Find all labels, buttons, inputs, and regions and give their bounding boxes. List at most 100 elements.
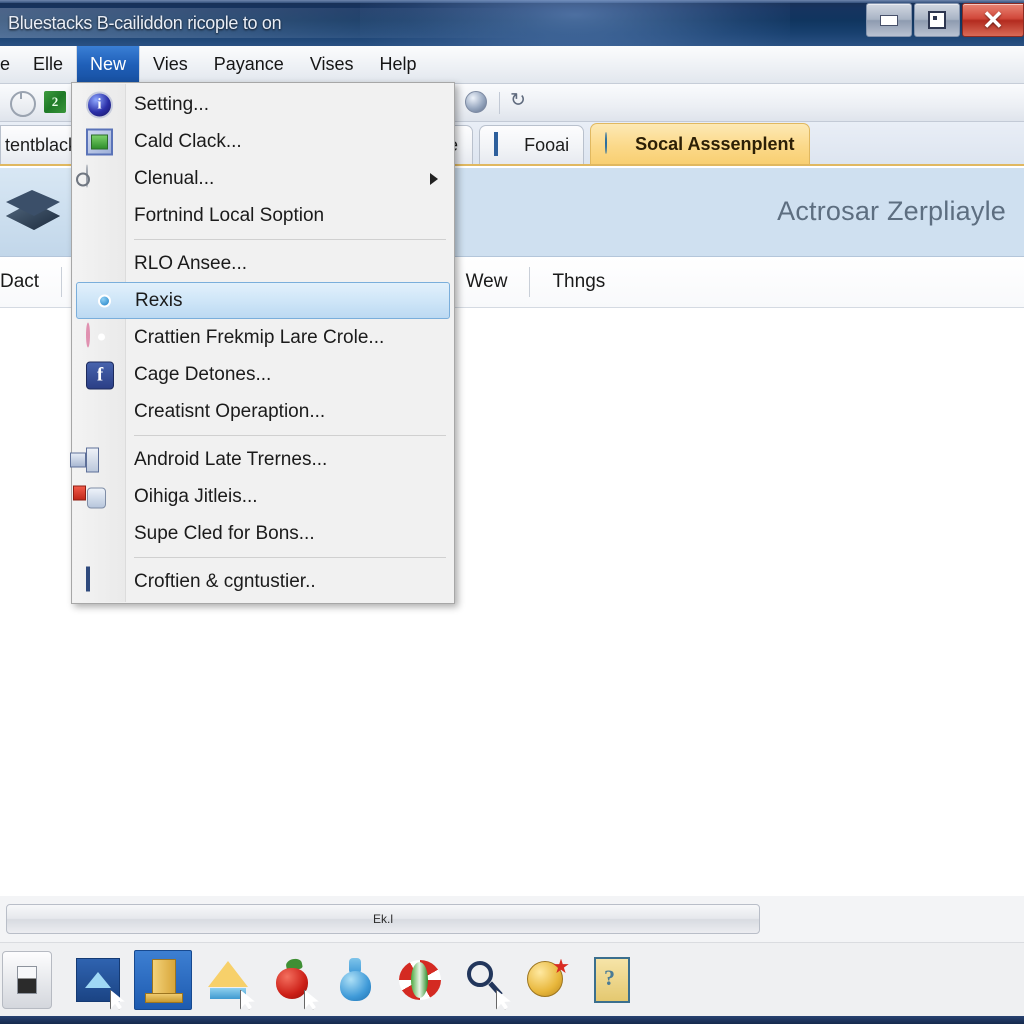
refresh-icon[interactable]: ↻ [510, 91, 534, 115]
menu-item-label: Help [379, 54, 417, 74]
menu-option-label: Cage Detones... [134, 363, 272, 385]
nav-item-thngs[interactable]: Thngs [530, 267, 627, 297]
menu-item-payance[interactable]: Payance [201, 46, 297, 84]
menu-item-vises[interactable]: Vises [297, 46, 367, 84]
close-icon: ✕ [982, 5, 1004, 35]
menu-option-creatisnt-operaption[interactable]: Creatisnt Operaption... [72, 393, 454, 430]
subheader-title: Actrosar Zerpliayle [777, 196, 1006, 226]
menu-item-help[interactable]: Help [367, 46, 430, 84]
chrome-icon [91, 287, 118, 314]
magnifier-app-icon[interactable] [456, 951, 512, 1010]
tab-label: Fooai [524, 134, 570, 155]
mouse-icon [86, 164, 113, 192]
alarm-clock-icon [86, 322, 113, 351]
minimize-icon [880, 14, 898, 26]
menu-item-file[interactable]: Elle [20, 46, 76, 84]
mountain-app-icon[interactable] [70, 951, 126, 1010]
nav-item-dact[interactable]: Dact [0, 267, 63, 297]
coin-star-app-icon[interactable] [520, 951, 576, 1009]
status-bar: Ek.l [0, 896, 1024, 942]
start-icon [17, 965, 37, 994]
layers-stack-icon [6, 190, 60, 230]
menu-option-label: Clenual... [134, 167, 215, 189]
submenu-arrow-icon [430, 172, 438, 185]
status-text: Ek.l [372, 912, 393, 926]
globe-icon[interactable] [465, 90, 489, 115]
window-controls: ✕ [864, 2, 1024, 38]
menu-option-oihiga-jitleis[interactable]: Oihiga Jitleis... [72, 478, 454, 515]
desktop-band [0, 1016, 1024, 1024]
menu-item-label: e [0, 54, 11, 74]
tab-socal-asssenplent[interactable]: Socal Asssenplent [590, 123, 810, 164]
menu-separator [134, 239, 446, 240]
menu-option-crattien-frekmip-lare-crole[interactable]: Crattien Frekmip Lare Crole... [72, 319, 454, 356]
nav-item-wew[interactable]: Wew [444, 267, 531, 297]
devices-icon [86, 446, 113, 473]
maximize-icon [928, 11, 946, 29]
menu-separator [134, 435, 446, 436]
close-button[interactable]: ✕ [962, 3, 1024, 37]
picture-icon [494, 132, 516, 156]
titlebar-glow [360, 0, 790, 46]
nav-item-label: Wew [465, 271, 508, 292]
nav-item-label: Dact [0, 271, 40, 292]
tab-label: tentblack [5, 134, 78, 155]
menu-option-cald-clack[interactable]: Cald Clack... [72, 123, 454, 160]
nav-item-label: Thngs [552, 271, 606, 292]
menu-option-clenual[interactable]: Clenual... [72, 160, 454, 197]
menu-option-supe-cled-for-bons[interactable]: Supe Cled for Bons... [72, 515, 454, 552]
menu-option-label: Oihiga Jitleis... [134, 485, 258, 507]
info-badge-icon: i [86, 91, 113, 118]
facebook-icon: f [86, 361, 114, 389]
circle-outline-icon[interactable] [10, 90, 36, 117]
candy-app-icon[interactable] [392, 951, 448, 1009]
title-bar: Bluestacks B-cailiddon ricople to on ✕ [0, 0, 1024, 46]
tower-app-icon[interactable] [134, 949, 192, 1010]
menu-bar: e Elle New Vies Payance Vises Help [0, 45, 1024, 84]
tent-app-icon[interactable] [200, 951, 256, 1010]
tab-fooai[interactable]: Fooai [479, 125, 585, 164]
tab-label: Socal Asssenplent [635, 133, 795, 154]
menu-separator [134, 557, 446, 558]
strawberry-app-icon[interactable] [264, 951, 320, 1010]
menu-option-label: Setting... [134, 93, 209, 115]
menu-item-new[interactable]: New [76, 45, 141, 84]
menu-option-label: Creatisnt Operaption... [134, 400, 326, 422]
minimize-button[interactable] [866, 3, 912, 37]
subheader-left-card[interactable] [0, 168, 73, 256]
menu-option-android-late-trernes[interactable]: Android Late Trernes... [72, 441, 454, 478]
window-icon [86, 566, 113, 595]
menu-option-fortnind-local-soption[interactable]: Fortnind Local Soption [72, 197, 454, 234]
menu-option-label: Supe Cled for Bons... [134, 522, 315, 544]
menu-item-label: Payance [213, 54, 284, 74]
menu-option-label: RLO Ansee... [134, 252, 248, 274]
menu-item-label: Vies [153, 54, 188, 74]
window-title: Bluestacks B-cailiddon ricople to on [8, 13, 282, 33]
start-button[interactable] [2, 950, 52, 1009]
toolbar-divider [499, 91, 500, 114]
menu-option-rexis[interactable]: Rexis [76, 282, 450, 319]
taskbar-dock: ? [0, 942, 1024, 1016]
menu-option-cage-detones[interactable]: f Cage Detones... [72, 356, 454, 393]
menu-item-clipped[interactable]: e [0, 46, 20, 84]
menu-item-label: New [90, 54, 127, 74]
status-panel[interactable]: Ek.l [6, 904, 760, 934]
menu-option-label: Croftien & cgntustier.. [134, 570, 316, 592]
world-icon [605, 132, 627, 155]
application-window: Bluestacks B-cailiddon ricople to on ✕ e… [0, 0, 1024, 1024]
book-help-app-icon[interactable]: ? [584, 951, 640, 1009]
menu-option-label: Crattien Frekmip Lare Crole... [134, 326, 385, 348]
green-sheet-icon[interactable]: 2 [44, 90, 68, 115]
menu-item-view[interactable]: Vies [140, 46, 201, 84]
menu-item-label: Vises [309, 54, 354, 74]
vase-app-icon[interactable] [328, 951, 384, 1009]
menu-option-label: Cald Clack... [134, 130, 242, 152]
menu-option-croftien-cgntustier[interactable]: Croftien & cgntustier.. [72, 563, 454, 600]
maximize-button[interactable] [914, 3, 960, 37]
menu-option-label: Android Late Trernes... [134, 448, 328, 470]
bag-icon [86, 483, 113, 510]
menu-option-rlo-ansee[interactable]: RLO Ansee... [72, 245, 454, 282]
menu-option-label: Fortnind Local Soption [134, 204, 325, 226]
menu-item-label: Elle [33, 54, 64, 74]
menu-option-setting[interactable]: i Setting... [72, 86, 454, 123]
